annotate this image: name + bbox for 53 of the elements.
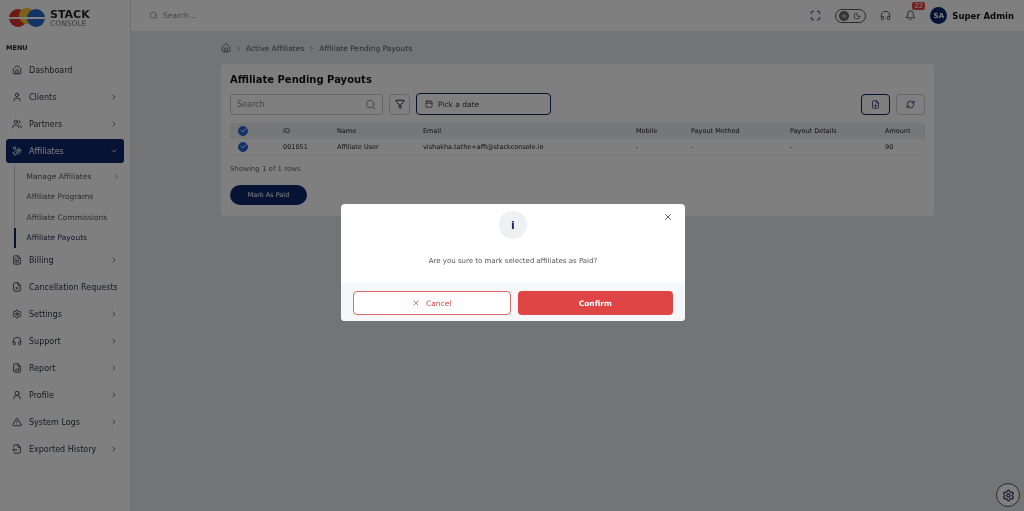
home-icon[interactable] xyxy=(221,43,231,53)
sidebar-item[interactable]: System Logs xyxy=(6,410,124,434)
logo-title: STACK xyxy=(50,8,90,20)
refresh-button[interactable] xyxy=(896,93,925,115)
sun-icon xyxy=(840,11,849,20)
sidebar-item[interactable]: Profile xyxy=(6,383,124,407)
chevron-right-icon xyxy=(235,44,242,52)
bell-icon[interactable] xyxy=(905,10,917,21)
info-icon: i xyxy=(499,211,527,239)
refresh-icon xyxy=(906,99,915,109)
user-name: Super Admin xyxy=(952,10,1014,21)
moon-icon xyxy=(853,11,862,20)
sidebar-item[interactable]: Cancellation Requests xyxy=(6,275,124,299)
fullscreen-icon[interactable] xyxy=(810,10,822,21)
export-button[interactable] xyxy=(861,93,890,115)
sidebar-item[interactable]: Billing xyxy=(6,248,124,272)
chevron-right-icon xyxy=(308,44,316,52)
search-icon xyxy=(149,11,158,20)
sidebar-item[interactable]: Support xyxy=(6,329,124,353)
menu-icon xyxy=(12,417,22,427)
sidebar-item[interactable]: Partners xyxy=(6,112,124,136)
menu-icon xyxy=(12,65,22,75)
logo-icon xyxy=(8,8,46,28)
sidebar-item[interactable]: Exported History xyxy=(6,437,124,461)
menu-icon xyxy=(12,282,22,292)
checkbox[interactable] xyxy=(238,141,248,152)
menu-icon xyxy=(12,336,22,346)
filter-icon xyxy=(394,99,405,109)
headset-icon[interactable] xyxy=(880,10,892,21)
checkbox[interactable] xyxy=(238,125,248,136)
file-download-icon xyxy=(871,99,880,109)
menu-icon xyxy=(12,390,22,400)
close-button[interactable] xyxy=(663,212,673,222)
sidebar-item[interactable]: Dashboard xyxy=(6,58,124,82)
menu-icon xyxy=(12,255,22,265)
close-icon xyxy=(663,212,673,222)
search-icon xyxy=(365,98,376,110)
calendar-icon xyxy=(425,100,433,108)
close-icon xyxy=(412,299,421,307)
menu-icon xyxy=(12,309,22,319)
menu-icon xyxy=(12,363,22,373)
card-title: Affiliate Pending Payouts xyxy=(230,74,373,85)
settings-button[interactable] xyxy=(996,483,1020,507)
sidebar-item[interactable]: Report xyxy=(6,356,124,380)
menu-icon xyxy=(12,92,22,102)
sidebar-item[interactable]: Affiliates xyxy=(6,139,124,163)
menu-icon xyxy=(12,119,22,129)
sidebar-item[interactable]: Settings xyxy=(6,302,124,326)
filter-button[interactable] xyxy=(389,93,410,115)
sidebar-item[interactable]: Clients xyxy=(6,85,124,109)
menu-icon xyxy=(12,444,22,454)
settings-icon xyxy=(1001,488,1015,502)
menu-icon xyxy=(12,146,22,156)
